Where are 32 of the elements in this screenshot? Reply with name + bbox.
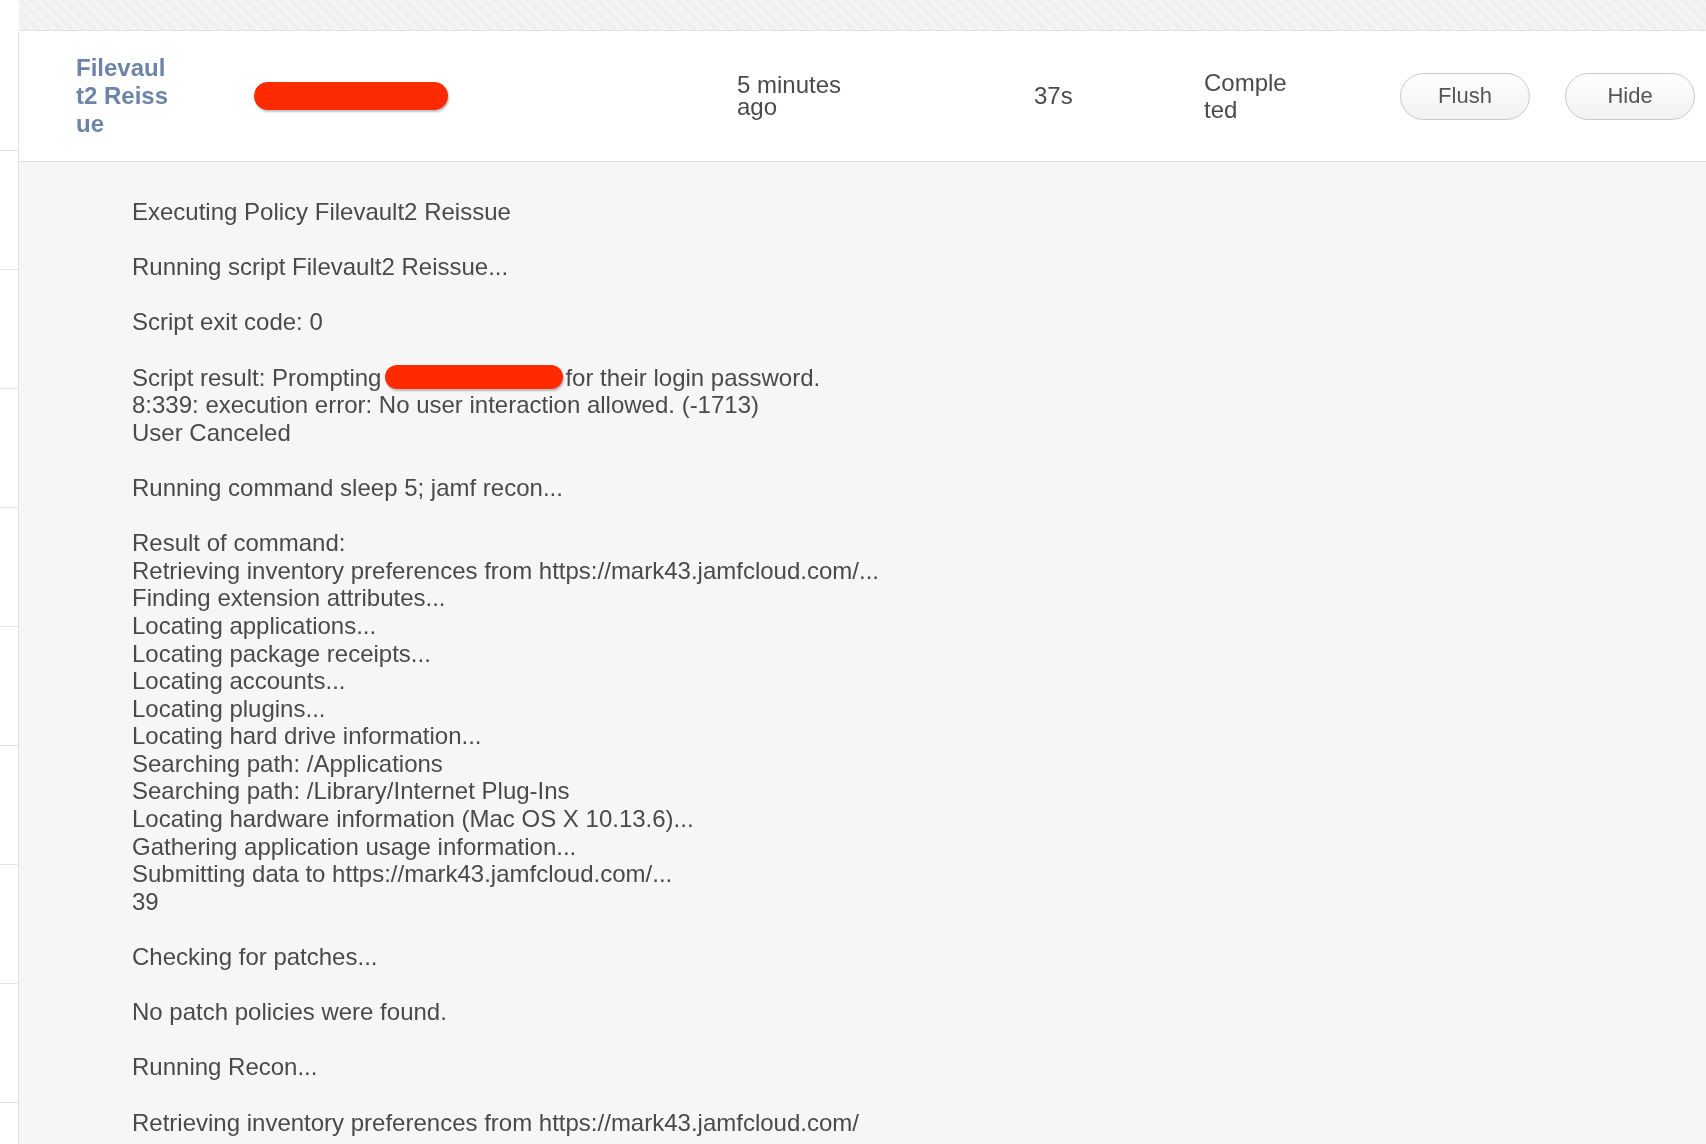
log-line: Submitting data to https://mark43.jamfcloud.com/...	[132, 860, 673, 888]
log-line: Retrieving inventory preferences from https://mark43.jamfcloud.com/	[132, 1108, 859, 1137]
status-text: Completed	[1204, 69, 1288, 123]
flush-button[interactable]: Flush	[1400, 72, 1530, 120]
log-line: Executing Policy Filevault2 Reissue	[132, 198, 511, 226]
log-line: Locating plugins...	[132, 694, 326, 723]
log-line: Result of command:	[132, 529, 346, 557]
log-line: Searching path: /Library/Internet Plug-Ins	[132, 777, 570, 806]
time-text: 5 minutes ago	[737, 74, 843, 118]
log-line: Script result: Prompting	[132, 363, 382, 392]
log-line: for their login password.	[565, 363, 821, 392]
log-line: No patch policies were found.	[132, 998, 447, 1026]
hide-button[interactable]: Hide	[1565, 72, 1695, 120]
log-line: Locating package receipts...	[132, 639, 431, 668]
log-line: Locating hardware information (Mac OS X 10.13.6)...	[132, 805, 694, 833]
policy-name-link[interactable]: Filevault2 Reissue	[76, 54, 172, 138]
log-line: Running Recon...	[132, 1053, 318, 1081]
log-line: Checking for patches...	[132, 943, 378, 971]
log-line: Script exit code: 0	[132, 308, 323, 336]
log-line: Running command sleep 5; jamf recon...	[132, 473, 563, 502]
log-line: 8:339: execution error: No user interaction allowed. (-1713)	[132, 391, 759, 419]
log-line: Locating accounts...	[132, 667, 346, 695]
log-line: 39	[132, 887, 159, 916]
log-line: Searching path: /Applications	[132, 749, 443, 778]
log-line: Locating hard drive information...	[132, 722, 482, 750]
log-line: Finding extension attributes...	[132, 584, 446, 612]
log-line: Retrieving inventory preferences from https://mark43.jamfcloud.com/...	[132, 556, 879, 585]
log-line: User Canceled	[132, 418, 291, 447]
duration-text: 37s	[1034, 85, 1074, 107]
log-line: Locating applications...	[132, 611, 377, 640]
log-line: Running script Filevault2 Reissue...	[132, 253, 509, 281]
log-line: Gathering application usage information...	[132, 832, 577, 861]
